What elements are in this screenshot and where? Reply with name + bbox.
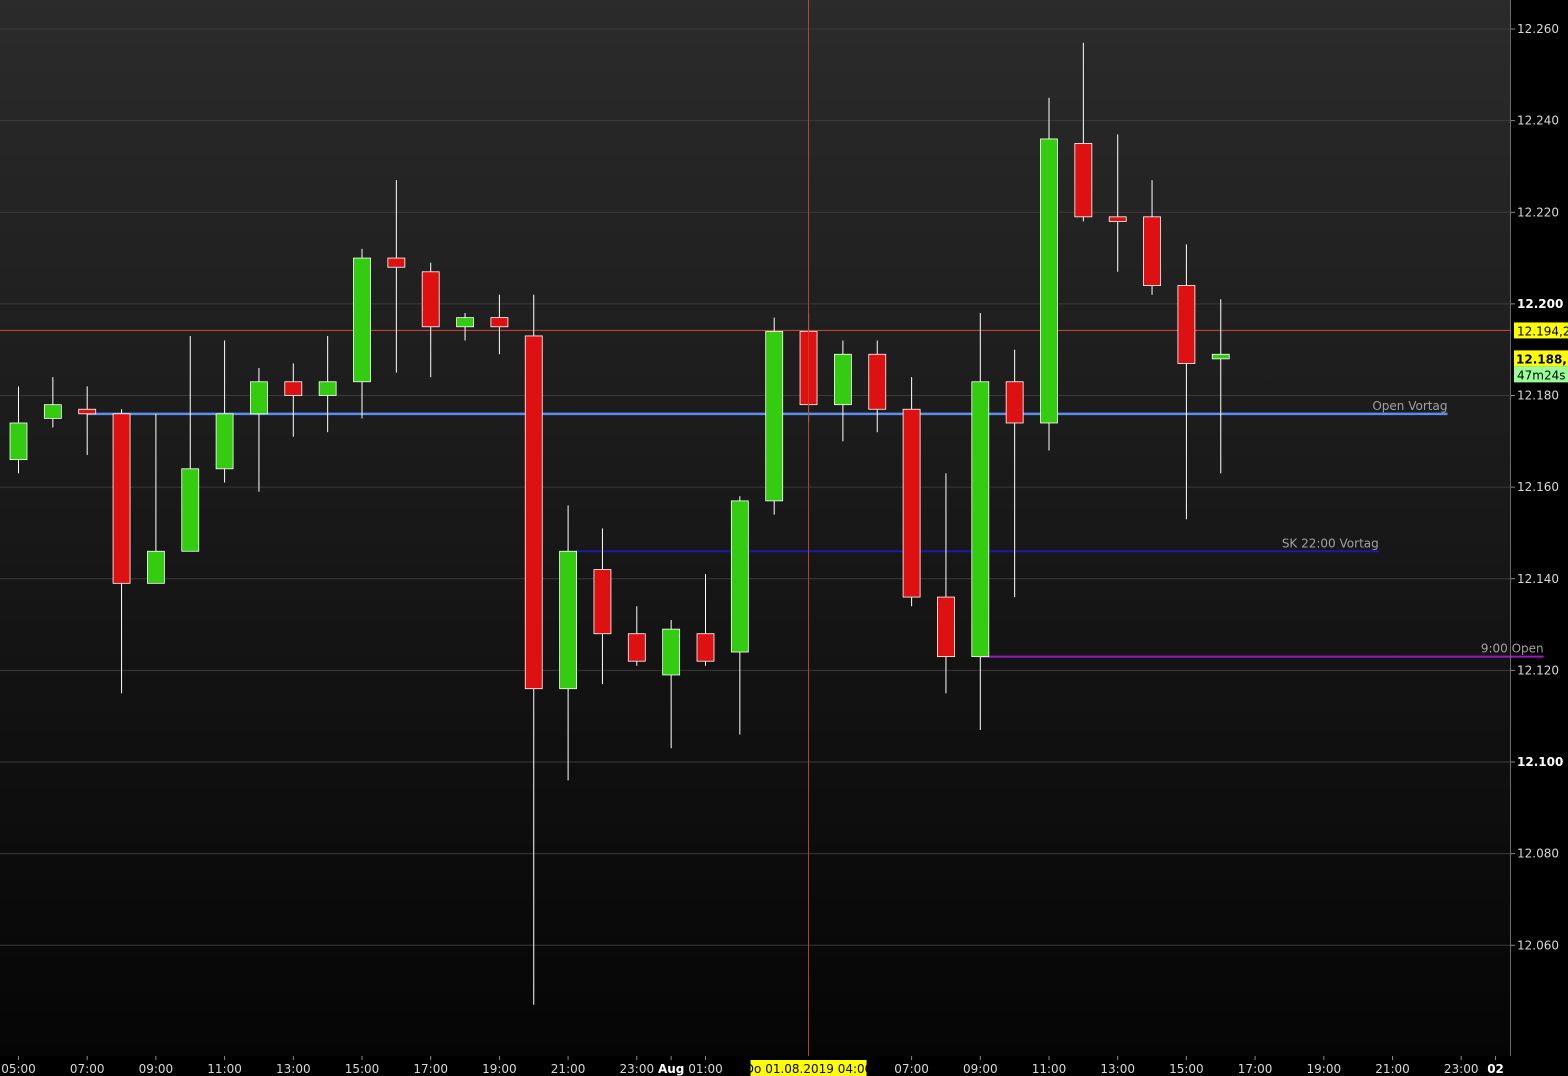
y-tick-label-4: 12.180 [1517,389,1559,403]
candle-body-1 [43,404,62,419]
candle-body-25 [868,353,887,410]
x-tick-label-0: 05:00 [1,1062,36,1076]
x-tick-label-15: 13:00 [1100,1062,1135,1076]
candlestick-chart[interactable]: Open Vortag SK 22:00 Vortag 9:00 Open 12.2… [0,0,1568,1076]
x-tick-label-8: 21:00 [551,1062,586,1076]
y-tick-label-10: 12.060 [1517,938,1559,952]
x-tick-label-19: 21:00 [1375,1062,1410,1076]
x-tick-label-21: 02 [1487,1062,1504,1076]
y-tick-label-8: 12.100 [1517,755,1563,769]
y-axis-panel [1510,0,1568,1076]
candle-body-4 [146,550,165,584]
x-tick-label-16: 15:00 [1169,1062,1204,1076]
y-tick-label-1: 12.240 [1517,114,1559,128]
candle-body-16 [559,550,577,690]
candle-body-3 [112,413,131,584]
candle-body-17 [593,569,612,635]
candle-body-27 [937,596,955,658]
level-label-0: Open Vortag [1372,399,1447,413]
candle-body-28 [971,381,990,658]
candle-body-10 [353,257,371,383]
x-tick-label-20: 23:00 [1444,1062,1479,1076]
x-tick-label-2: 09:00 [139,1062,174,1076]
candle-body-29 [1005,381,1024,424]
price-line-badge-label: 12.194,2 [1517,324,1568,338]
candle-body-13 [456,317,474,328]
candle-body-21 [730,500,749,653]
x-tick-label-6: 17:00 [413,1062,448,1076]
x-tick-label-14: 11:00 [1032,1062,1067,1076]
level-label-1: SK 22:00 Vortag [1282,536,1379,550]
candle-body-31 [1074,143,1093,218]
candle-body-9 [318,381,337,396]
x-tick-label-13: 09:00 [963,1062,998,1076]
candle-body-32 [1108,216,1127,222]
level-label-2: 9:00 Open [1481,642,1544,656]
last-price-badge-label: 12.188,1 [1516,352,1568,366]
candle-body-18 [627,633,646,662]
candle-body-0 [9,422,28,461]
candle-body-24 [834,353,852,406]
price-badges: 12.194,2 12.188,1 47m24s [1514,322,1568,383]
candle-body-14 [490,317,509,328]
x-tick-label-12: 07:00 [894,1062,929,1076]
candle-body-20 [696,633,715,662]
x-tick-label-10: Aug [658,1062,684,1076]
candle-body-8 [284,381,303,396]
crosshair-date-label: Do 01.08.2019 04:00 [745,1062,873,1076]
chart-canvas[interactable]: Open Vortag SK 22:00 Vortag 9:00 Open 12.2… [0,0,1568,1076]
candle-body-26 [902,408,921,598]
y-tick-label-7: 12.120 [1517,663,1559,677]
countdown-badge-label: 47m24s [1517,368,1565,382]
candle-body-6 [215,413,234,470]
y-tick-label-3: 12.200 [1517,297,1563,311]
candle-body-2 [78,408,97,415]
x-tick-label-17: 17:00 [1238,1062,1273,1076]
candle-body-19 [662,628,681,676]
x-tick-label-3: 11:00 [207,1062,242,1076]
x-tick-label-7: 19:00 [482,1062,517,1076]
y-tick-label-6: 12.140 [1517,572,1559,586]
y-tick-label-9: 12.080 [1517,847,1559,861]
candle-body-30 [1040,138,1058,424]
candle-body-15 [524,335,543,690]
candle-body-5 [181,468,200,552]
candle-body-35 [1211,353,1230,360]
y-tick-label-0: 12.260 [1517,22,1559,36]
x-tick-label-18: 19:00 [1307,1062,1342,1076]
candle-body-12 [421,271,440,328]
candle-body-34 [1177,285,1196,364]
candle-body-7 [250,381,268,415]
x-tick-label-5: 15:00 [345,1062,380,1076]
y-tick-label-2: 12.220 [1517,205,1559,219]
x-tick-label-1: 07:00 [70,1062,105,1076]
plot-area[interactable] [0,0,1510,1056]
x-tick-label-11: 01:00 [688,1062,723,1076]
candle-body-22 [765,330,784,502]
x-tick-label-4: 13:00 [276,1062,311,1076]
y-tick-label-5: 12.160 [1517,480,1559,494]
candle-body-33 [1143,216,1161,286]
x-tick-label-9: 23:00 [620,1062,655,1076]
candle-body-11 [387,257,406,268]
